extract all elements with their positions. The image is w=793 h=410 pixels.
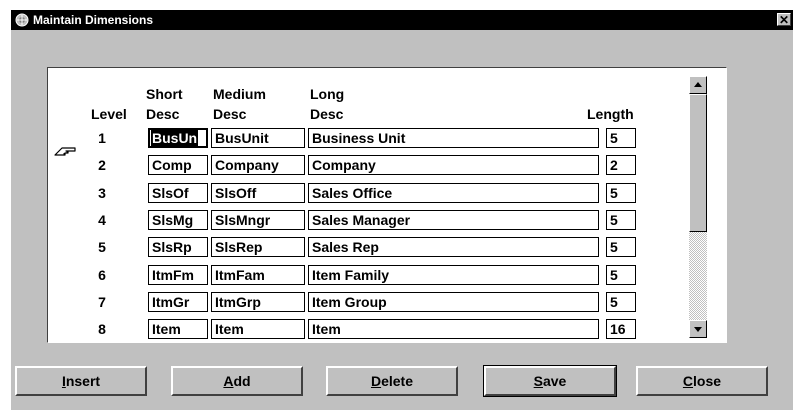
maintain-dimensions-window: Maintain Dimensions ✕ Level Short Desc M… (11, 10, 793, 410)
long-desc-field[interactable]: Item Family (308, 264, 599, 285)
level-label: 7 (98, 293, 106, 310)
level-label: 4 (98, 211, 106, 228)
header-length: Length (587, 106, 634, 122)
medium-desc-field[interactable]: SlsOff (211, 182, 305, 203)
header-short-line1: Short (146, 86, 183, 102)
length-field[interactable]: 5 (606, 237, 636, 258)
level-label: 1 (98, 130, 106, 146)
header-short-line2: Desc (146, 106, 180, 122)
medium-desc-field[interactable]: SlsRep (211, 237, 305, 258)
length-field[interactable]: 5 (606, 209, 636, 230)
short-desc-field[interactable]: ItmGr (148, 291, 208, 312)
header-medium-line2: Desc (213, 106, 247, 122)
header-level: Level (91, 106, 127, 122)
medium-desc-field[interactable]: ItmGrp (211, 291, 305, 312)
add-label: dd (233, 373, 251, 389)
scroll-down-button[interactable] (689, 320, 707, 338)
save-mnemonic: S (533, 373, 543, 389)
insert-button[interactable]: Insert (15, 366, 147, 396)
app-icon (15, 13, 29, 27)
vertical-scrollbar[interactable] (689, 76, 707, 338)
level-label: 6 (98, 266, 106, 283)
add-mnemonic: A (223, 373, 234, 389)
long-desc-field[interactable]: Company (308, 155, 599, 176)
close-mnemonic: C (682, 373, 694, 389)
header-long-line1: Long (310, 86, 345, 102)
level-label: 5 (98, 239, 106, 256)
short-desc-field[interactable]: Item (148, 319, 208, 340)
insert-label: nsert (65, 373, 101, 389)
delete-mnemonic: D (370, 373, 382, 389)
medium-desc-field[interactable]: Item (211, 319, 305, 340)
dimensions-grid: Level Short Desc Medium Desc Long Desc L… (47, 67, 727, 343)
length-field[interactable]: 5 (606, 291, 636, 312)
short-desc-field[interactable]: SlsMg (148, 209, 208, 230)
medium-desc-field[interactable]: ItmFam (211, 264, 305, 285)
medium-desc-field[interactable]: Company (211, 155, 305, 176)
selected-text: BusUn (151, 130, 199, 146)
save-label: ave (542, 373, 567, 389)
scroll-up-button[interactable] (689, 76, 707, 94)
short-desc-field[interactable]: SlsRp (148, 237, 208, 258)
long-desc-field[interactable]: Sales Office (308, 182, 599, 203)
title-bar: Maintain Dimensions ✕ (11, 10, 793, 30)
scroll-up-arrow-icon (694, 82, 702, 87)
window-title: Maintain Dimensions (33, 13, 154, 27)
level-label: 2 (98, 157, 106, 174)
length-field[interactable]: 5 (606, 182, 636, 203)
long-desc-field[interactable]: Item (308, 319, 599, 340)
delete-label: elete (381, 373, 414, 389)
length-field[interactable]: 16 (606, 319, 636, 340)
short-desc-field[interactable]: Comp (148, 155, 208, 176)
header-medium-line1: Medium (213, 86, 266, 102)
close-window-button[interactable]: ✕ (777, 13, 791, 27)
short-desc-field[interactable]: BusUn (148, 128, 208, 148)
length-field[interactable]: 5 (606, 264, 636, 285)
save-button[interactable]: Save (483, 365, 617, 397)
hand-pointer-icon (54, 147, 76, 156)
close-button[interactable]: Close (636, 366, 768, 396)
header-long-line2: Desc (310, 106, 344, 122)
add-button[interactable]: Add (171, 366, 303, 396)
long-desc-field[interactable]: Business Unit (308, 128, 599, 148)
long-desc-field[interactable]: Item Group (308, 291, 599, 312)
scroll-thumb[interactable] (689, 94, 707, 232)
length-field[interactable]: 5 (606, 128, 636, 148)
short-desc-field[interactable]: SlsOf (148, 182, 208, 203)
medium-desc-field[interactable]: SlsMngr (211, 209, 305, 230)
short-desc-field[interactable]: ItmFm (148, 264, 208, 285)
close-label: lose (693, 373, 722, 389)
medium-desc-field[interactable]: BusUnit (211, 128, 305, 148)
long-desc-field[interactable]: Sales Rep (308, 237, 599, 258)
delete-button[interactable]: Delete (326, 366, 458, 396)
long-desc-field[interactable]: Sales Manager (308, 209, 599, 230)
scroll-down-arrow-icon (694, 327, 702, 332)
level-label: 3 (98, 184, 106, 201)
length-field[interactable]: 2 (606, 155, 636, 176)
level-label: 8 (98, 321, 106, 338)
